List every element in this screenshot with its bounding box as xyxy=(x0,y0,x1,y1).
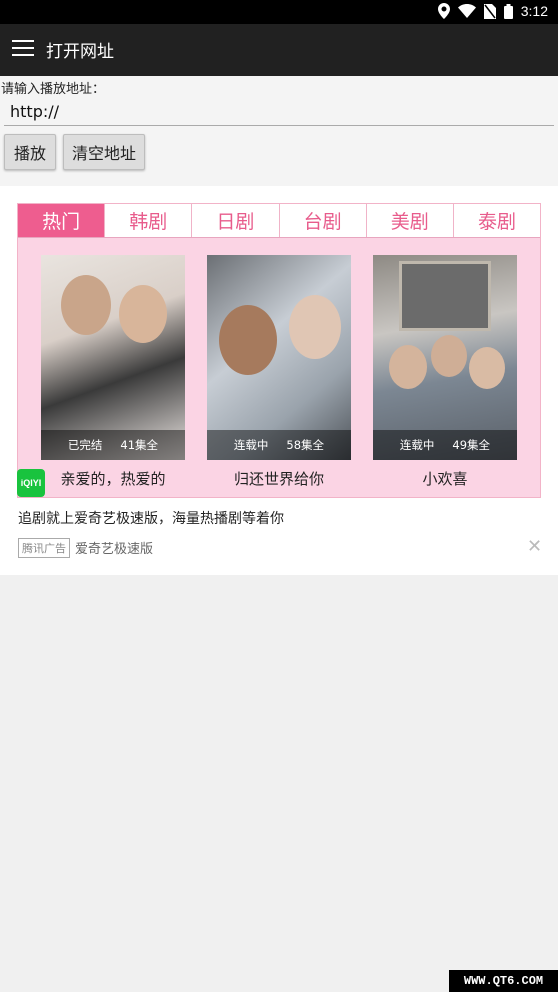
status-bar: 3:12 xyxy=(0,0,558,24)
ad-description[interactable]: 追剧就上爱奇艺极速版，海量热播剧等着你 xyxy=(18,508,284,528)
ad-banner[interactable]: 热门 韩剧 日剧 台剧 美剧 泰剧 已完结 41集全 连载中 58集全 连载中 … xyxy=(0,186,558,575)
wifi-icon xyxy=(457,4,476,18)
poster-caption: 已完结 41集全 xyxy=(41,430,185,460)
ad-tag: 腾讯广告 xyxy=(18,538,70,558)
tab-american[interactable]: 美剧 xyxy=(367,204,454,237)
show-title[interactable]: 亲爱的，热爱的 xyxy=(41,468,185,489)
tab-thai[interactable]: 泰剧 xyxy=(454,204,540,237)
close-icon[interactable]: ✕ xyxy=(527,536,542,557)
poster-caption: 连载中 58集全 xyxy=(207,430,351,460)
no-sim-icon xyxy=(483,3,496,19)
tab-korean[interactable]: 韩剧 xyxy=(105,204,193,237)
show-poster[interactable]: 连载中 49集全 xyxy=(373,255,517,460)
ad-content-box[interactable]: 热门 韩剧 日剧 台剧 美剧 泰剧 已完结 41集全 连载中 58集全 连载中 … xyxy=(17,203,541,498)
iqiyi-logo-icon: iQIYI xyxy=(17,469,45,497)
show-title[interactable]: 小欢喜 xyxy=(373,468,517,489)
watermark: WWW.QT6.COM xyxy=(449,970,558,992)
show-poster[interactable]: 已完结 41集全 xyxy=(41,255,185,460)
menu-icon[interactable] xyxy=(12,40,34,60)
battery-icon xyxy=(503,3,513,19)
genre-tabs: 热门 韩剧 日剧 台剧 美剧 泰剧 xyxy=(18,204,540,238)
poster-caption: 连载中 49集全 xyxy=(373,430,517,460)
url-form: 请输入播放地址： 播放 清空地址 xyxy=(0,76,558,186)
tab-taiwanese[interactable]: 台剧 xyxy=(280,204,367,237)
ad-source: 爱奇艺极速版 xyxy=(75,542,154,557)
tab-hot[interactable]: 热门 xyxy=(18,204,106,237)
clock: 3:12 xyxy=(520,3,548,19)
page-title: 打开网址 xyxy=(46,42,114,62)
location-icon xyxy=(437,3,450,19)
show-poster[interactable]: 连载中 58集全 xyxy=(207,255,351,460)
url-prompt-label: 请输入播放地址： xyxy=(1,82,106,97)
app-bar: 打开网址 xyxy=(0,24,558,76)
clear-url-button[interactable]: 清空地址 xyxy=(63,134,145,170)
tab-japanese[interactable]: 日剧 xyxy=(192,204,280,237)
show-title[interactable]: 归还世界给你 xyxy=(207,468,351,489)
play-button[interactable]: 播放 xyxy=(4,134,56,170)
url-input[interactable] xyxy=(4,98,554,126)
